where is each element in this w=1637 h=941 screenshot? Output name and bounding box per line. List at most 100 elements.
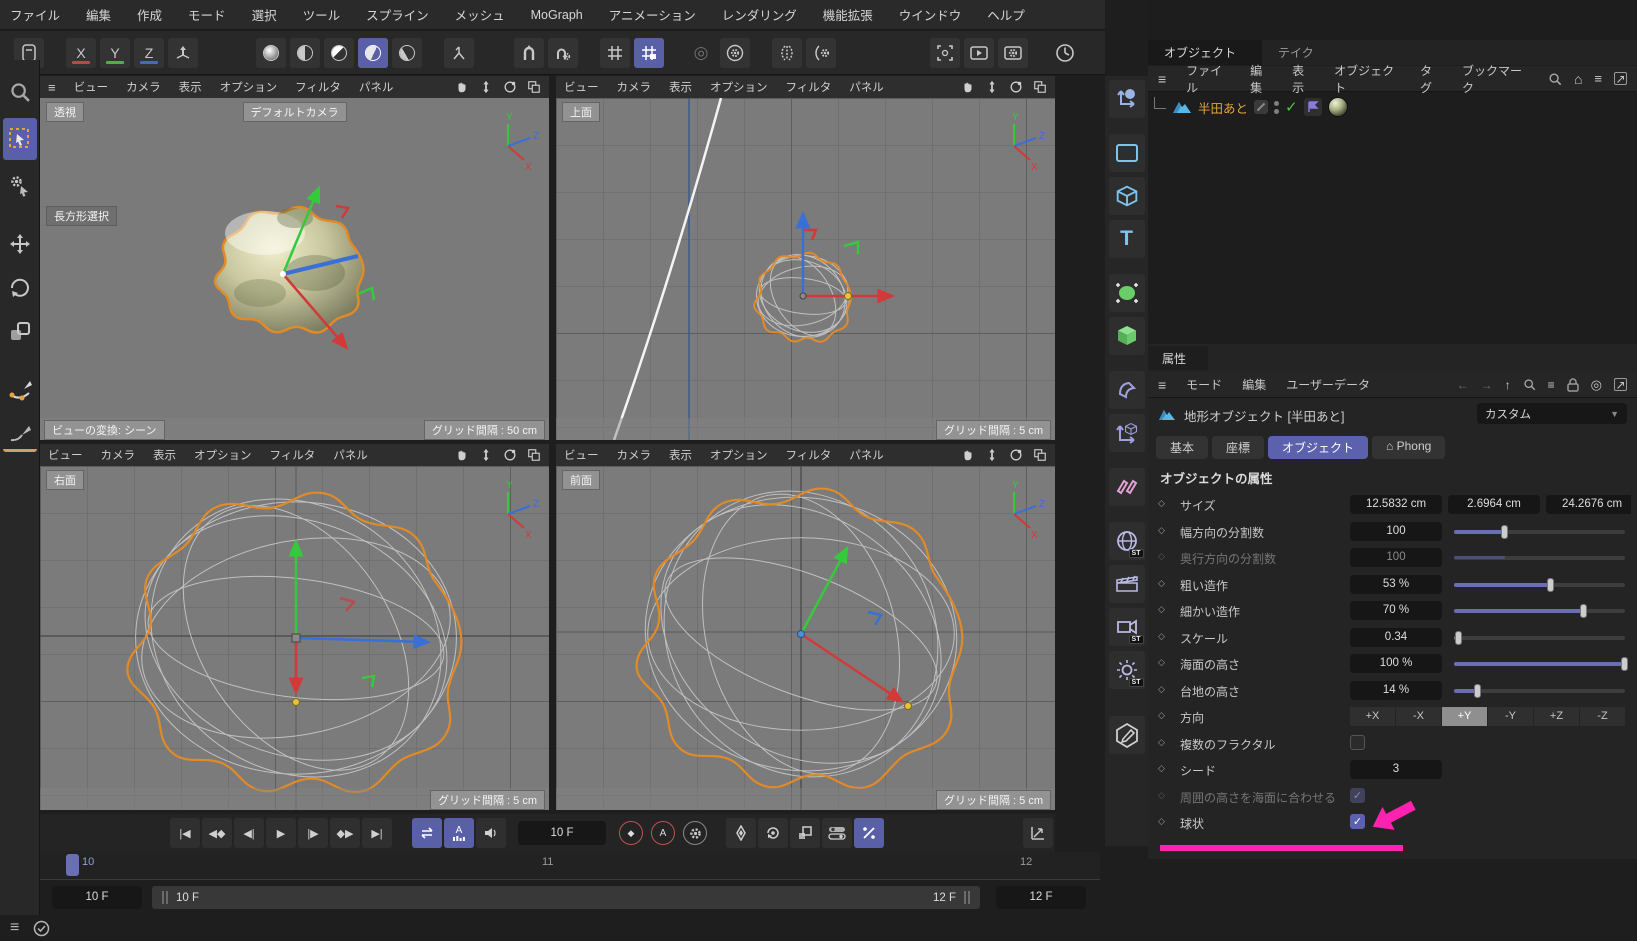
motext-icon[interactable]: T bbox=[1109, 220, 1145, 258]
enabled-check-icon[interactable]: ✓ bbox=[1285, 98, 1298, 116]
slider-knob[interactable] bbox=[1621, 657, 1628, 671]
attr-menu-2[interactable]: ユーザーデータ bbox=[1286, 376, 1370, 393]
menu-6[interactable]: スプライン bbox=[366, 5, 429, 24]
grid-icon[interactable] bbox=[600, 38, 630, 68]
vp4-menu-5[interactable]: パネル bbox=[849, 447, 884, 463]
workplane-icon[interactable]: ◎ bbox=[686, 38, 716, 68]
slider-knob[interactable] bbox=[1455, 631, 1462, 645]
vp1-menu-0[interactable]: ビュー bbox=[74, 79, 109, 95]
direction-button-plusZ[interactable]: +Z bbox=[1534, 707, 1579, 726]
light-icon[interactable]: ST bbox=[1109, 651, 1145, 689]
attr-menu-0[interactable]: モード bbox=[1186, 376, 1222, 393]
sketch-pen-tool-icon[interactable] bbox=[3, 416, 37, 452]
orbit-view-icon[interactable] bbox=[503, 448, 517, 462]
key-dot-icon[interactable]: ◇ bbox=[1158, 578, 1165, 589]
menu-12[interactable]: ウインドウ bbox=[899, 5, 962, 24]
key-dot-icon[interactable]: ◇ bbox=[1158, 525, 1165, 536]
om-menu-2[interactable]: 表示 bbox=[1292, 62, 1314, 96]
range-grip-right[interactable] bbox=[964, 891, 970, 904]
axis-y-button[interactable]: Y bbox=[100, 38, 130, 68]
next-key-button[interactable]: ◆▶ bbox=[330, 818, 360, 848]
rotate-tool-icon[interactable] bbox=[3, 270, 37, 306]
axis-z-button[interactable]: Z bbox=[134, 38, 164, 68]
go-to-start-button[interactable]: |◀ bbox=[170, 818, 200, 848]
om-menu-4[interactable]: タグ bbox=[1420, 62, 1442, 96]
range-bar[interactable]: 10 F 12 F bbox=[152, 886, 980, 909]
new-panel-icon[interactable]: ↗ bbox=[1614, 72, 1627, 85]
zoom-view-icon[interactable] bbox=[479, 448, 493, 462]
shading-hidden-line-icon[interactable] bbox=[358, 38, 388, 68]
key-dot-icon[interactable]: ◇ bbox=[1158, 710, 1165, 721]
viewport-right-canvas[interactable]: 右面 グリッド間隔 : 5 cm bbox=[40, 466, 549, 810]
search-icon[interactable] bbox=[1523, 378, 1536, 391]
next-frame-button[interactable]: |▶ bbox=[298, 818, 328, 848]
object-row-landscape[interactable]: 半田あと ✓ bbox=[1154, 96, 1348, 118]
search-icon[interactable] bbox=[1548, 72, 1562, 86]
hierarchy-icon[interactable] bbox=[444, 38, 474, 68]
zoom-view-icon[interactable] bbox=[479, 80, 493, 94]
direction-button-plusX[interactable]: +X bbox=[1350, 707, 1395, 726]
param-value-field[interactable]: 100 % bbox=[1350, 654, 1442, 673]
vp1-menu-4[interactable]: フィルタ bbox=[295, 79, 341, 95]
previous-frame-button[interactable]: ◀| bbox=[234, 818, 264, 848]
vp2-menu-4[interactable]: フィルタ bbox=[786, 79, 832, 95]
current-frame-field[interactable]: 10 F bbox=[518, 821, 606, 845]
vp2-menu-3[interactable]: オプション bbox=[710, 79, 768, 95]
toggle-view-icon[interactable] bbox=[527, 448, 541, 462]
timeline-ruler[interactable]: 10 11 12 bbox=[40, 852, 1100, 880]
symmetry-settings-icon[interactable] bbox=[806, 38, 836, 68]
viewport-top-canvas[interactable]: 上面 グリッド間隔 : 5 cm bbox=[556, 98, 1055, 440]
timeline-playhead[interactable] bbox=[66, 854, 79, 876]
zoom-view-icon[interactable] bbox=[985, 80, 999, 94]
menu-7[interactable]: メッシュ bbox=[455, 5, 505, 24]
param-value-field[interactable]: 3 bbox=[1350, 760, 1442, 779]
attr-tab-3[interactable]: ⌂ Phong bbox=[1372, 436, 1445, 459]
home-icon[interactable]: ⌂ bbox=[1574, 71, 1582, 87]
axis-workplane-icon[interactable] bbox=[1109, 80, 1145, 118]
render-view-icon[interactable] bbox=[964, 38, 994, 68]
key-rotation-icon[interactable] bbox=[758, 818, 788, 848]
attr-tab-1[interactable]: 座標 bbox=[1212, 436, 1264, 459]
coordinate-system-icon[interactable] bbox=[168, 38, 198, 68]
loop-playback-icon[interactable] bbox=[412, 818, 442, 848]
key-dot-icon[interactable]: ◇ bbox=[1158, 631, 1165, 642]
preset-dropdown[interactable]: カスタム ▼ bbox=[1477, 403, 1627, 424]
slider-knob[interactable] bbox=[1501, 525, 1508, 539]
autokey-icon[interactable]: A bbox=[648, 818, 678, 848]
vp4-menu-3[interactable]: オプション bbox=[710, 447, 768, 463]
new-panel-icon[interactable]: ↗ bbox=[1614, 378, 1627, 391]
play-mode-icon[interactable]: A bbox=[444, 818, 474, 848]
param-value-field[interactable]: 53 % bbox=[1350, 575, 1442, 594]
key-dot-icon[interactable]: ◇ bbox=[1158, 498, 1165, 509]
param-value-field[interactable]: 12.5832 cm bbox=[1350, 495, 1442, 514]
vp3-menu-0[interactable]: ビュー bbox=[48, 447, 83, 463]
toggle-view-icon[interactable] bbox=[527, 80, 541, 94]
menu-2[interactable]: 作成 bbox=[137, 5, 162, 24]
rectangle-selection-tool-icon[interactable] bbox=[3, 118, 37, 160]
vp1-menu-5[interactable]: パネル bbox=[359, 79, 394, 95]
layer-toggle-icon[interactable] bbox=[1254, 100, 1268, 114]
symmetry-planes-icon[interactable] bbox=[1109, 468, 1145, 506]
lock-icon[interactable] bbox=[1567, 378, 1579, 392]
cube-primitive-icon[interactable] bbox=[1109, 177, 1145, 215]
vp4-menu-4[interactable]: フィルタ bbox=[786, 447, 832, 463]
timer-icon[interactable] bbox=[1050, 38, 1080, 68]
shading-constant-icon[interactable] bbox=[324, 38, 354, 68]
key-dot-icon[interactable]: ◇ bbox=[1158, 790, 1165, 801]
range-grip-left[interactable] bbox=[162, 891, 168, 904]
vp1-menu-2[interactable]: 表示 bbox=[179, 79, 202, 95]
viewport-front-canvas[interactable]: 前面 グリッド間隔 : 5 cm bbox=[556, 466, 1055, 810]
vp2-menu-5[interactable]: パネル bbox=[849, 79, 884, 95]
snap-enable-icon[interactable] bbox=[514, 38, 544, 68]
key-scale-icon[interactable] bbox=[790, 818, 820, 848]
key-dot-icon[interactable]: ◇ bbox=[1158, 604, 1165, 615]
parent-object-icon[interactable]: ↑ bbox=[1505, 378, 1511, 392]
vp2-menu-2[interactable]: 表示 bbox=[669, 79, 692, 95]
param-slider[interactable] bbox=[1454, 530, 1625, 534]
key-pla-icon[interactable] bbox=[854, 818, 884, 848]
panel-menu-icon[interactable]: ≡ bbox=[48, 80, 56, 95]
sky-globe-icon[interactable]: ST bbox=[1109, 522, 1145, 560]
menu-5[interactable]: ツール bbox=[303, 5, 341, 24]
play-button[interactable]: ▶ bbox=[266, 818, 296, 848]
slider-knob[interactable] bbox=[1474, 684, 1481, 698]
